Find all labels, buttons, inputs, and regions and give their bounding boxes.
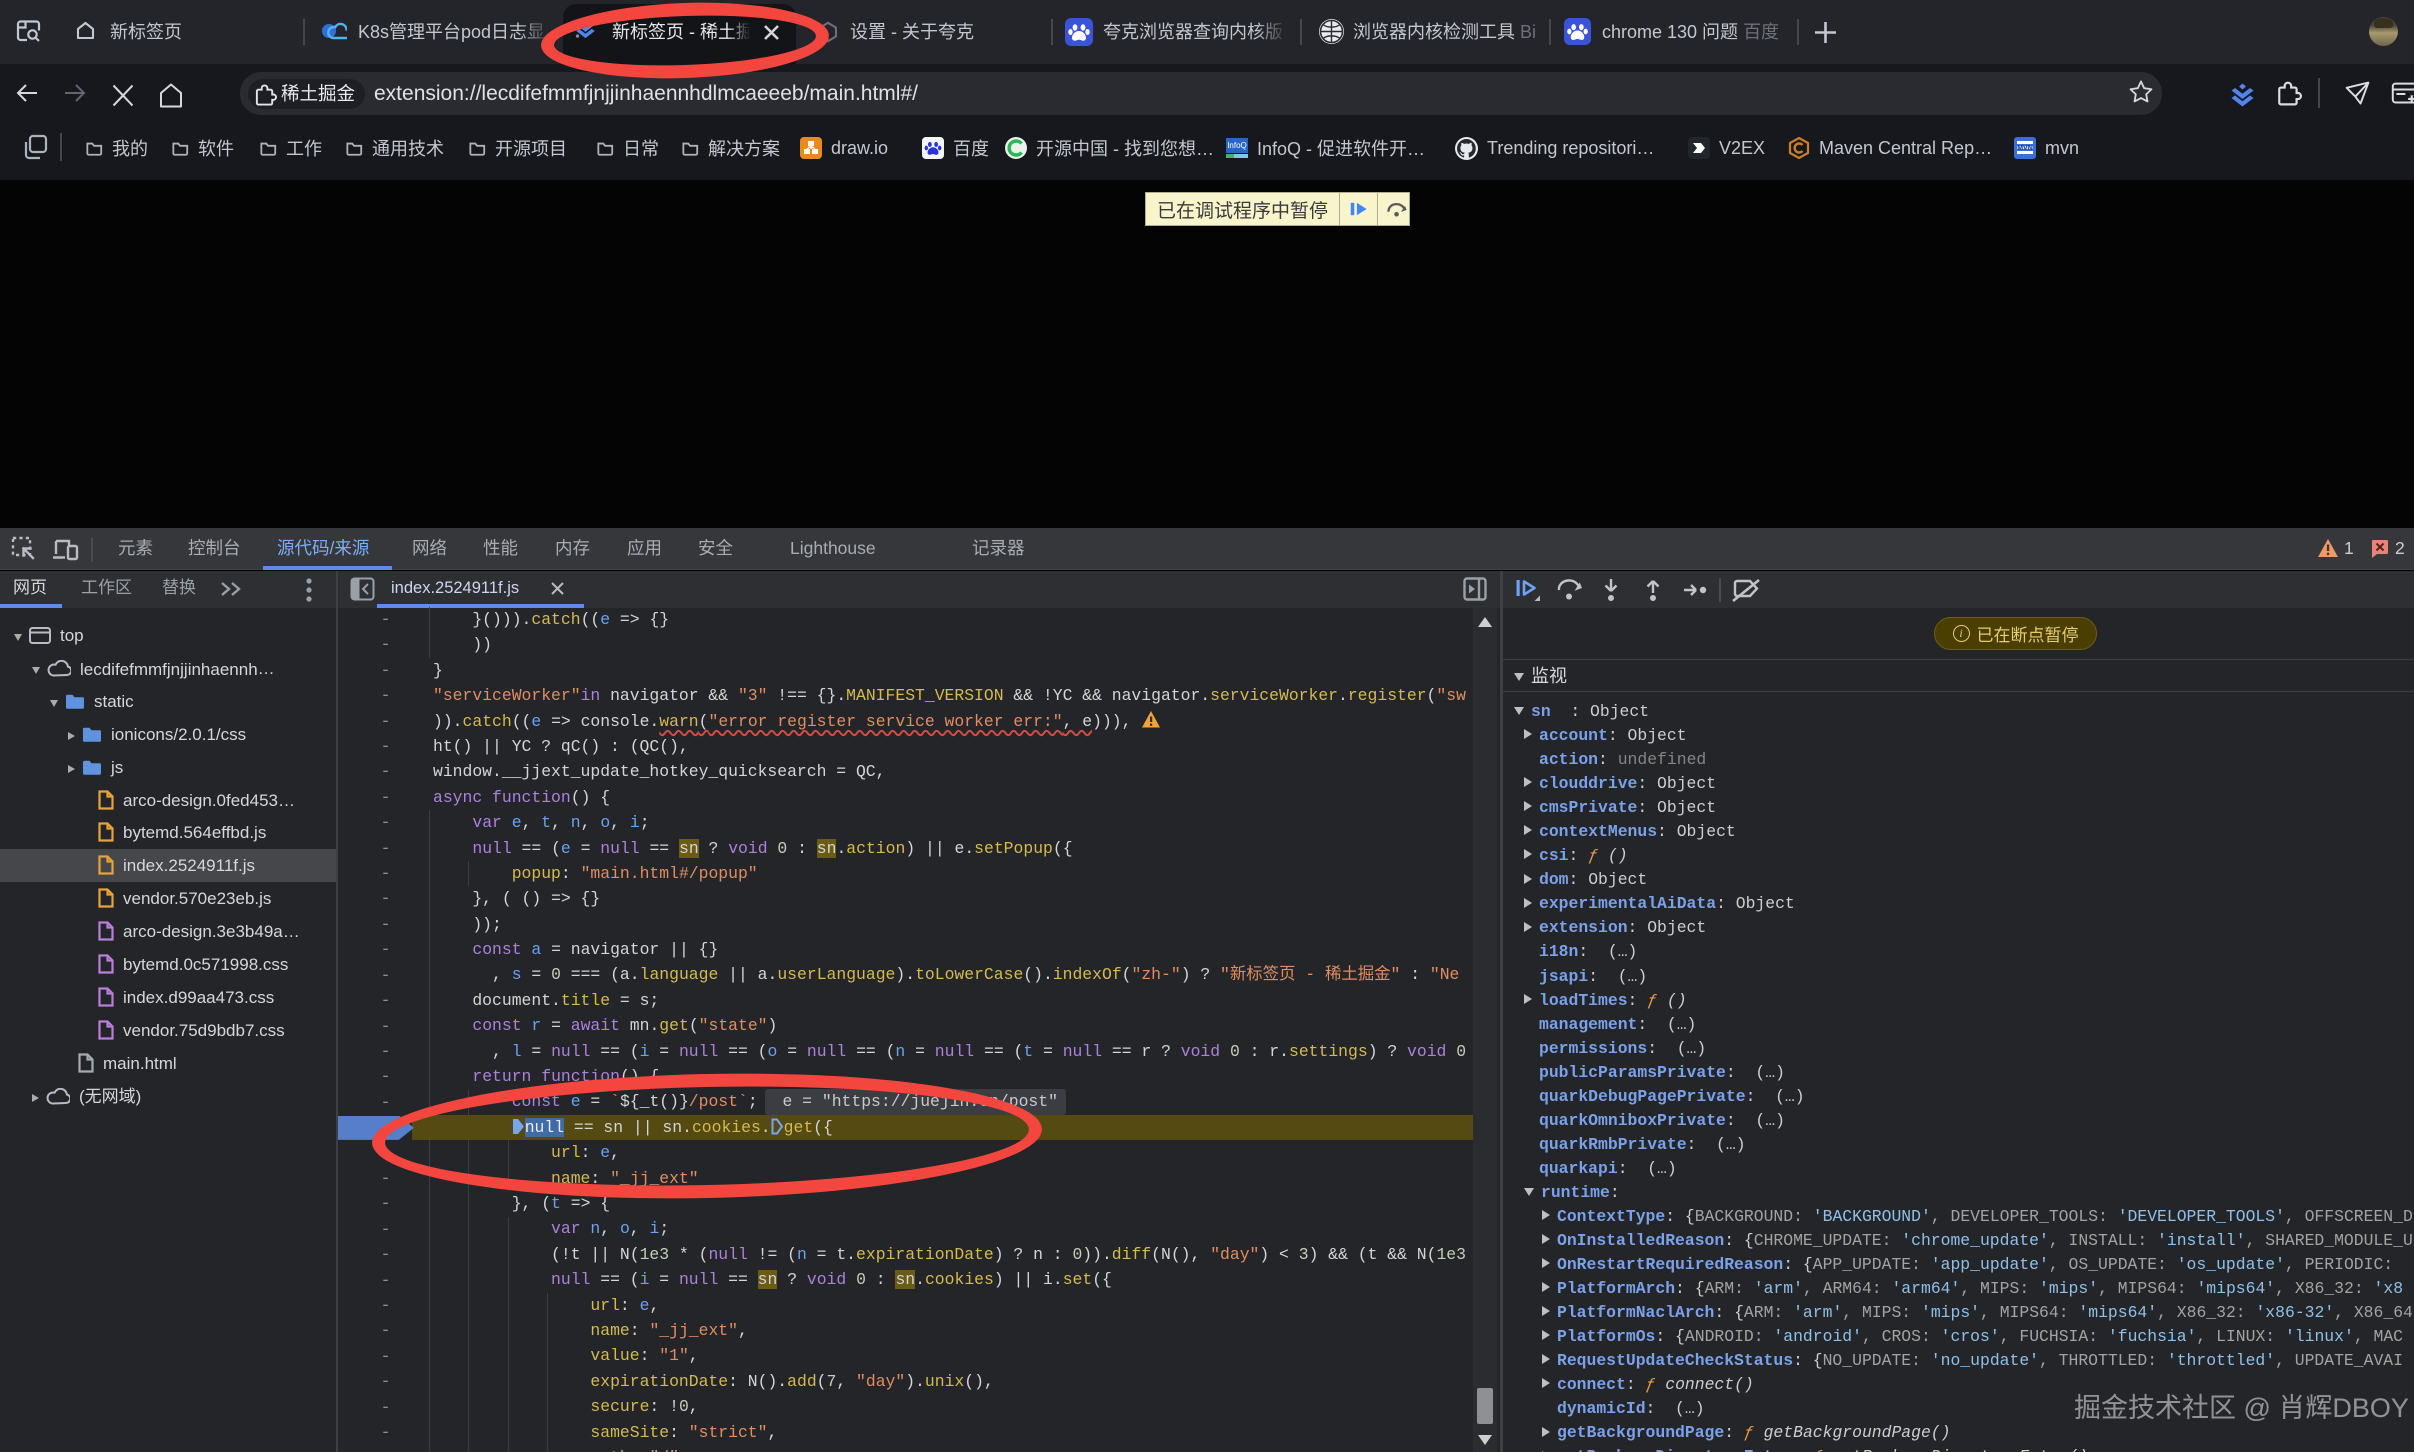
svg-text:MVN: MVN <box>2017 145 2033 152</box>
svg-text:InfoQ: InfoQ <box>1227 141 1247 150</box>
